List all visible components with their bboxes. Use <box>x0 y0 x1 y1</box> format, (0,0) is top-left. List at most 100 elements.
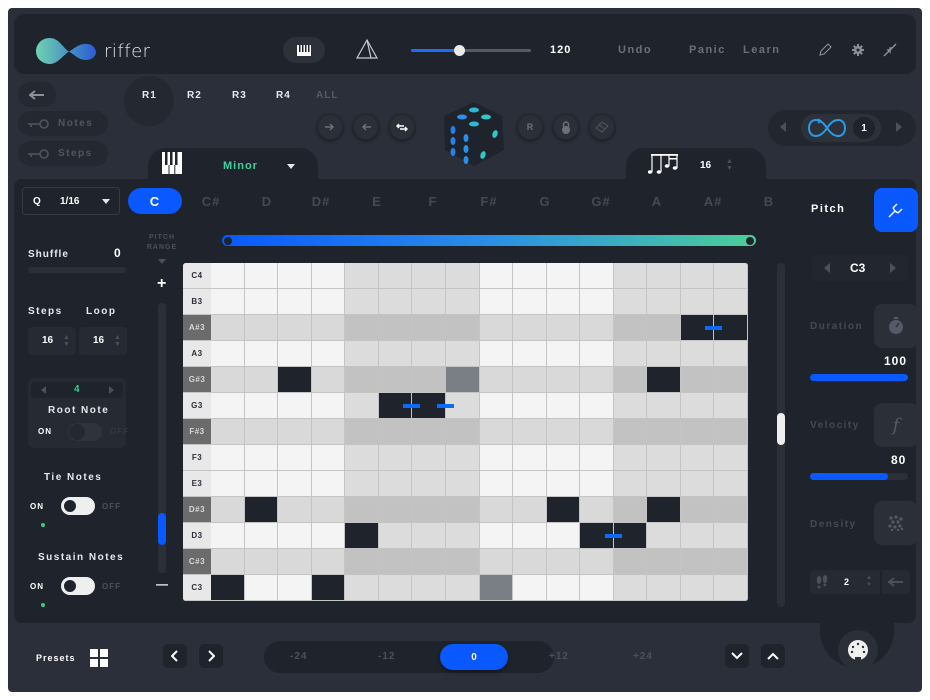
grid-cell[interactable] <box>714 393 748 419</box>
active-note-cell[interactable] <box>244 497 279 523</box>
grid-cell[interactable] <box>378 445 413 471</box>
grid-cell[interactable] <box>412 419 446 445</box>
grid-cell[interactable] <box>211 471 245 497</box>
grid-cell[interactable] <box>211 445 245 471</box>
grid-cell[interactable] <box>445 289 480 315</box>
grid-cell[interactable] <box>311 445 346 471</box>
grid-cell[interactable] <box>278 575 312 601</box>
grid-cell[interactable] <box>546 549 581 575</box>
grid-cell[interactable] <box>244 471 279 497</box>
shift-right-button[interactable] <box>317 114 343 140</box>
grid-cell[interactable] <box>211 341 245 367</box>
grid-cell[interactable] <box>580 445 614 471</box>
note-selector[interactable]: C3 <box>812 255 908 281</box>
grid-cell[interactable] <box>647 419 681 445</box>
grid-cell[interactable] <box>580 393 614 419</box>
grid-cell[interactable] <box>345 263 379 289</box>
grid-cell[interactable] <box>513 263 547 289</box>
grid-cell[interactable] <box>244 575 279 601</box>
grid-cell[interactable] <box>378 523 413 549</box>
octave-minus-24[interactable]: -24 <box>290 651 307 662</box>
grid-cell[interactable] <box>714 367 748 393</box>
pencil-icon[interactable] <box>818 43 832 57</box>
collapse-icon[interactable] <box>883 43 897 57</box>
presets-grid-icon[interactable] <box>90 649 108 667</box>
grid-cell[interactable] <box>479 289 514 315</box>
grid-cell[interactable] <box>378 341 413 367</box>
tempo-slider-knob[interactable] <box>454 45 465 56</box>
range-end-handle[interactable] <box>746 237 754 245</box>
grid-cell[interactable] <box>647 575 681 601</box>
pitch-range-slider[interactable] <box>158 303 166 573</box>
grid-cell[interactable] <box>513 393 547 419</box>
piano-view-button[interactable] <box>283 37 325 63</box>
grid-cell[interactable] <box>680 419 715 445</box>
grid-cell[interactable] <box>714 419 748 445</box>
grid-cell[interactable] <box>613 315 648 341</box>
octave-0-active[interactable]: 0 <box>440 644 508 670</box>
grid-cell[interactable] <box>680 549 715 575</box>
duration-button[interactable] <box>874 304 918 348</box>
grid-cell[interactable] <box>513 315 547 341</box>
grid-cell[interactable] <box>311 471 346 497</box>
grid-vertical-scrollbar[interactable] <box>777 263 785 607</box>
grid-cell[interactable] <box>680 523 715 549</box>
grid-cell[interactable] <box>311 419 346 445</box>
key-label-b3[interactable]: B3 <box>183 289 211 315</box>
grid-cell[interactable] <box>278 315 312 341</box>
presets-label[interactable]: Presets <box>36 653 76 663</box>
grid-cell[interactable] <box>378 289 413 315</box>
root-note-toggle[interactable] <box>68 423 102 441</box>
grid-cell[interactable] <box>211 263 245 289</box>
grid-cell[interactable] <box>479 445 514 471</box>
muted-note-cell[interactable] <box>479 575 514 601</box>
note-grid[interactable]: C4 B3 A#3 A3 G#3 G3 F#3 F3 E3 D#3 D3 C#3 C3 <box>183 263 748 601</box>
grid-cell[interactable] <box>378 497 413 523</box>
grid-cell[interactable] <box>680 445 715 471</box>
grid-cell[interactable] <box>580 367 614 393</box>
grid-cell[interactable] <box>211 315 245 341</box>
reset-button[interactable]: R <box>517 114 543 140</box>
grid-cell[interactable] <box>244 367 279 393</box>
grid-cell[interactable] <box>479 523 514 549</box>
grid-cell[interactable] <box>647 471 681 497</box>
note-tab-c-sharp[interactable]: C# <box>184 188 238 214</box>
grid-cell[interactable] <box>244 523 279 549</box>
grid-cell[interactable] <box>345 315 379 341</box>
grid-cell[interactable] <box>378 315 413 341</box>
grid-cell[interactable] <box>211 523 245 549</box>
grid-cell[interactable] <box>345 367 379 393</box>
grid-cell[interactable] <box>680 497 715 523</box>
key-label-c3[interactable]: C3 <box>183 575 211 601</box>
grid-cell[interactable] <box>479 549 514 575</box>
grid-cell[interactable] <box>613 419 648 445</box>
grid-cell[interactable] <box>714 497 748 523</box>
range-start-handle[interactable] <box>224 237 232 245</box>
rate-stepper-icon[interactable]: ▲ ▼ <box>726 158 733 172</box>
grid-cell[interactable] <box>714 523 748 549</box>
key-label-e3[interactable]: E3 <box>183 471 211 497</box>
grid-cell[interactable] <box>680 393 715 419</box>
grid-cell[interactable] <box>345 393 379 419</box>
root-next-icon[interactable] <box>109 386 114 394</box>
grid-cell[interactable] <box>211 289 245 315</box>
riff-tab-r3[interactable]: R3 <box>232 90 247 101</box>
muted-note-cell[interactable] <box>445 367 480 393</box>
note-tab-d[interactable]: D <box>240 188 294 214</box>
stepper-arrows-icon[interactable]: ▲ ▼ <box>63 334 70 348</box>
grid-cell[interactable] <box>613 575 648 601</box>
grid-cell[interactable] <box>412 289 446 315</box>
grid-cell[interactable] <box>647 341 681 367</box>
note-tab-g-sharp[interactable]: G# <box>574 188 628 214</box>
active-note-cell[interactable] <box>278 367 312 393</box>
grid-cell[interactable] <box>412 523 446 549</box>
loop-stepper[interactable]: 16 ▲ ▼ <box>79 327 127 355</box>
velocity-slider[interactable] <box>810 473 908 480</box>
riff-tab-all[interactable]: ALL <box>316 90 338 101</box>
grid-cell[interactable] <box>345 497 379 523</box>
grid-cell[interactable] <box>244 315 279 341</box>
grid-cell[interactable] <box>647 445 681 471</box>
grid-cell[interactable] <box>613 549 648 575</box>
grid-cell[interactable] <box>311 367 346 393</box>
octave-plus-24[interactable]: +24 <box>633 651 653 662</box>
